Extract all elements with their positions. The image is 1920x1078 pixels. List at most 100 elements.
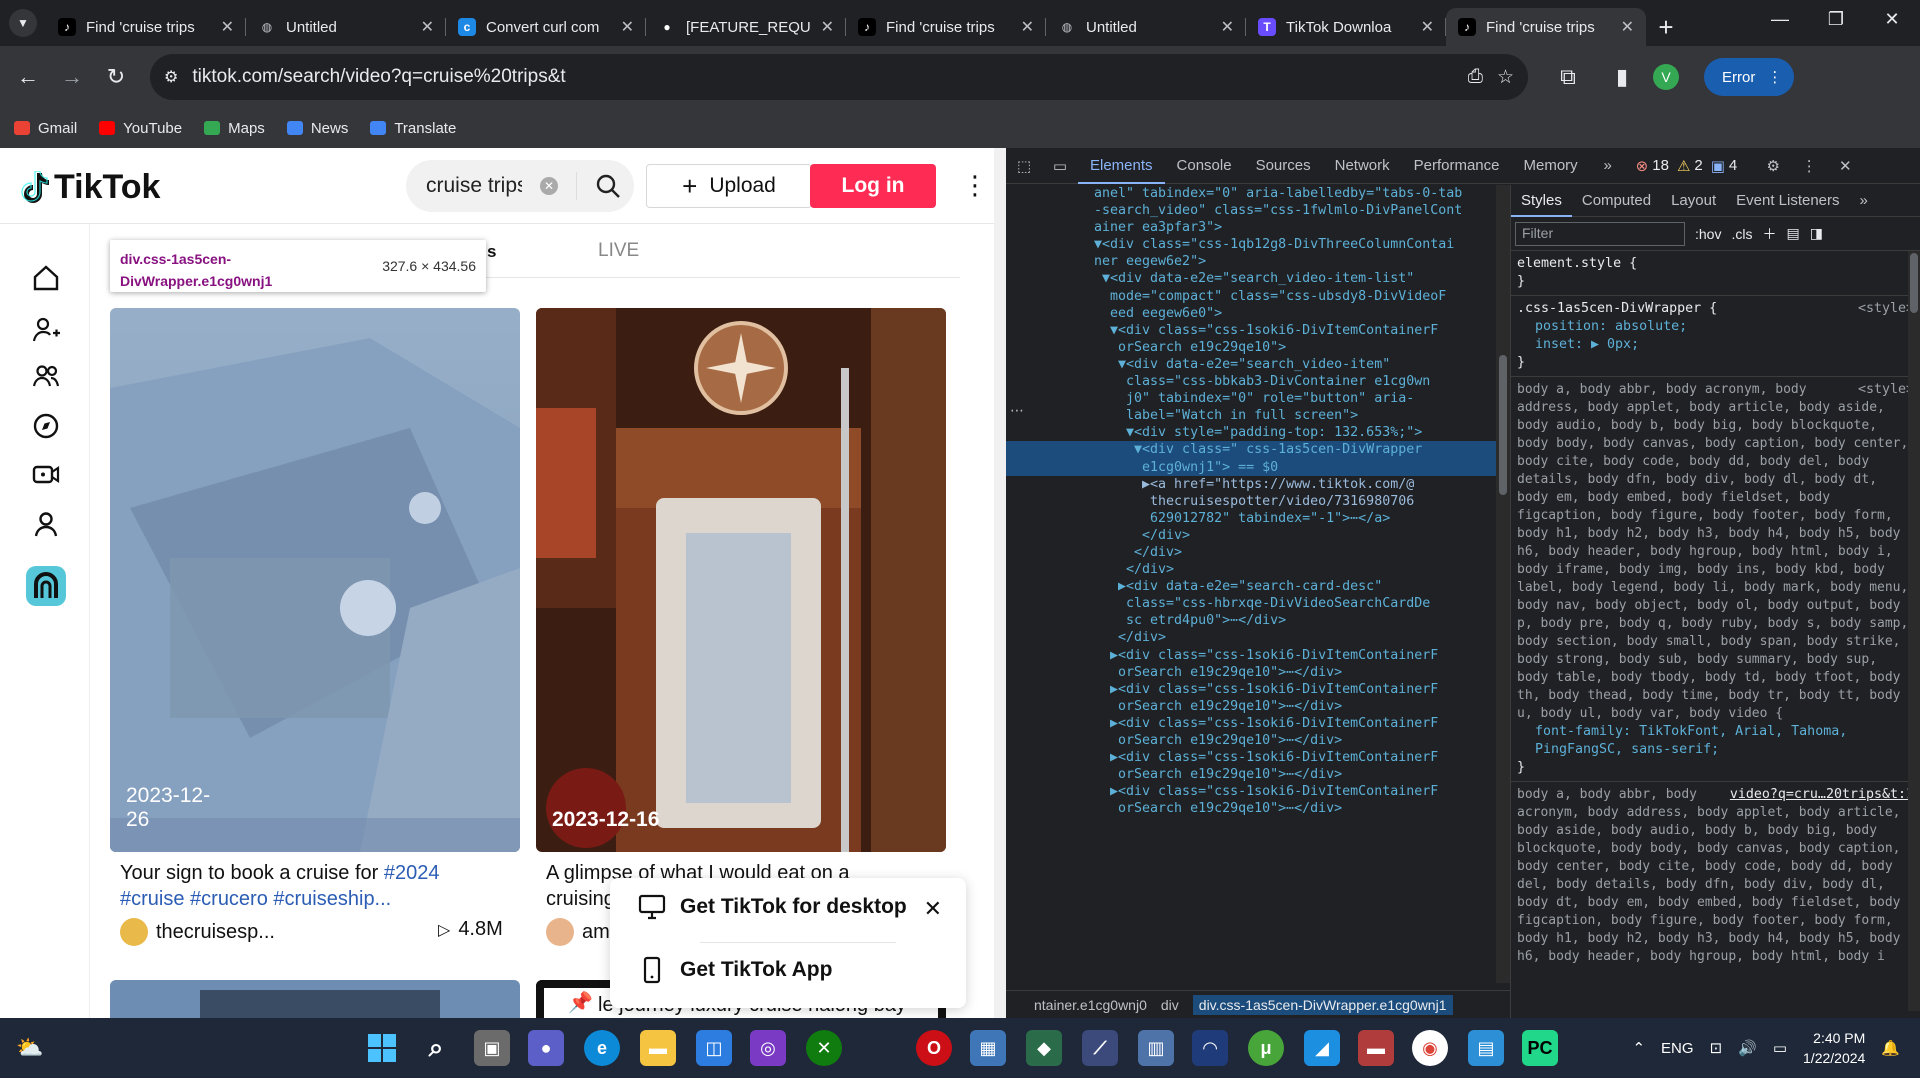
search-box[interactable]: cruise trips ✕ [406, 160, 634, 212]
get-app-button[interactable]: Get TikTok App [638, 956, 832, 984]
search-input[interactable]: cruise trips [426, 174, 522, 198]
rule-property[interactable]: inset: ▶ 0px; [1535, 336, 1914, 354]
teams-chat-icon[interactable]: ● [528, 1030, 564, 1066]
dom-node-line[interactable]: ▶<div class="css-1soki6-DivItemContainer… [1006, 749, 1496, 766]
dom-node-line[interactable]: orSearch e19c29qe10">⋯</div> [1006, 800, 1496, 817]
microsoft-store-icon[interactable]: ◫ [696, 1030, 732, 1066]
dom-node-line[interactable]: ▼<div class="css-1soki6-DivItemContainer… [1006, 322, 1496, 339]
explore-icon[interactable] [26, 406, 66, 446]
dom-node-line[interactable]: ▶<div data-e2e="search-card-desc" [1006, 578, 1496, 595]
xbox-icon[interactable]: ✕ [806, 1030, 842, 1066]
css-rule[interactable]: <style> .css-1as5cen-DivWrapper { positio… [1511, 296, 1920, 377]
styles-scrollbar[interactable] [1908, 251, 1920, 1011]
language-indicator[interactable]: ENG [1661, 1040, 1694, 1057]
dom-scrollbar[interactable] [1496, 185, 1510, 983]
dom-node-line[interactable]: ainer ea3pfar3"> [1006, 219, 1496, 236]
hov-toggle[interactable]: :hov [1695, 226, 1721, 242]
dom-node-line[interactable]: </div> [1006, 527, 1496, 544]
extension-avatar-icon[interactable] [26, 566, 66, 606]
sidebar-toggle-icon[interactable]: ◨ [1810, 225, 1823, 242]
dom-selected-ellipsis[interactable]: ⋯ [1010, 402, 1024, 419]
hashtag-links[interactable]: #cruise #crucero #cruiseship... [120, 888, 391, 910]
back-icon[interactable]: ← [8, 57, 48, 97]
rule-property[interactable]: position: absolute; [1535, 318, 1914, 336]
close-tab-icon[interactable]: ✕ [421, 17, 434, 37]
search-icon[interactable] [595, 173, 621, 199]
close-tab-icon[interactable]: ✕ [1621, 17, 1634, 37]
dom-node-line[interactable]: orSearch e19c29qe10">⋯</div> [1006, 698, 1496, 715]
dom-node-line[interactable]: orSearch e19c29qe10"> [1006, 339, 1496, 356]
tab-sources[interactable]: Sources [1244, 148, 1323, 184]
breadcrumb-item[interactable]: ntainer.e1cg0wnj0 [1034, 997, 1147, 1013]
cls-toggle[interactable]: .cls [1731, 226, 1752, 242]
clock[interactable]: 2:40 PM 1/22/2024 [1803, 1028, 1865, 1068]
app-icon[interactable]: ◠ [1192, 1030, 1228, 1066]
rule-source[interactable]: video?q=cru…20trips&t:1 [1730, 786, 1914, 804]
paint-icon[interactable]: ▤ [1786, 225, 1799, 242]
live-icon[interactable] [26, 454, 66, 494]
dom-node-line[interactable]: eed eegew6e0"> [1006, 305, 1496, 322]
dom-node-line[interactable]: orSearch e19c29qe10">⋯</div> [1006, 766, 1496, 783]
dom-node-line[interactable]: </div> [1006, 629, 1496, 646]
browser-tab[interactable]: ♪ Find 'cruise trips ✕ [1446, 8, 1646, 46]
app-icon[interactable]: ▦ [970, 1030, 1006, 1066]
author-name[interactable]: thecruisesp... [156, 921, 275, 944]
profile-button[interactable]: V [1646, 57, 1686, 97]
more-style-tabs-icon[interactable]: » [1850, 185, 1878, 217]
styles-tab-computed[interactable]: Computed [1572, 185, 1661, 217]
tab-search-button[interactable]: ▼ [0, 0, 46, 46]
close-window-icon[interactable]: ✕ [1864, 0, 1920, 38]
styles-tab-styles[interactable]: Styles [1511, 185, 1572, 217]
bookmark-item[interactable]: News [286, 120, 348, 137]
video-author[interactable]: thecruisesp... [120, 918, 275, 946]
device-toolbar-icon[interactable]: ▭ [1042, 157, 1078, 175]
error-button[interactable]: Error ⋮ [1704, 58, 1795, 96]
tab-network[interactable]: Network [1323, 148, 1402, 184]
close-icon[interactable]: ✕ [924, 896, 942, 922]
battery-icon[interactable]: ▭ [1773, 1039, 1787, 1057]
tab-elements[interactable]: Elements [1078, 148, 1165, 184]
browser-tab[interactable]: ♪ Find 'cruise trips ✕ [46, 8, 246, 46]
styles-filter-input[interactable]: Filter [1515, 221, 1685, 246]
side-panel-icon[interactable]: ▮ [1602, 57, 1642, 97]
rule-source[interactable]: <style> [1858, 381, 1914, 399]
dom-node-line[interactable]: ▶<div class="css-1soki6-DivItemContainer… [1006, 715, 1496, 732]
dom-node-line[interactable]: 629012782" tabindex="-1">⋯</a> [1006, 510, 1496, 527]
clear-search-icon[interactable]: ✕ [540, 177, 558, 195]
notepad-icon[interactable]: ▤ [1468, 1030, 1504, 1066]
dom-node-line[interactable]: ▶<div class="css-1soki6-DivItemContainer… [1006, 783, 1496, 800]
close-devtools-icon[interactable]: ✕ [1827, 157, 1863, 175]
bookmark-item[interactable]: YouTube [99, 120, 182, 137]
browser-tab[interactable]: ◍ Untitled ✕ [246, 8, 446, 46]
minimize-icon[interactable]: — [1752, 0, 1808, 38]
inspect-element-icon[interactable]: ⬚ [1006, 157, 1042, 175]
weather-widget-icon[interactable]: ⛅ [12, 1030, 48, 1066]
utorrent-icon[interactable]: μ [1248, 1030, 1284, 1066]
dom-node-line[interactable]: ▼<div class=" css-1as5cen-DivWrapper [1006, 441, 1496, 459]
styles-tab-event-listeners[interactable]: Event Listeners [1726, 185, 1849, 217]
upload-button[interactable]: + Upload [646, 164, 812, 208]
dom-node-line[interactable]: orSearch e19c29qe10">⋯</div> [1006, 732, 1496, 749]
dom-node-line[interactable]: orSearch e19c29qe10">⋯</div> [1006, 664, 1496, 681]
address-bar[interactable]: ⚙ tiktok.com/search/video?q=cruise%20tri… [150, 54, 1528, 100]
tab-videos-partial[interactable]: s [487, 242, 496, 262]
url-text[interactable]: tiktok.com/search/video?q=cruise%20trips… [192, 66, 565, 88]
warning-count[interactable]: ⚠ 2 [1677, 157, 1703, 175]
issues-count[interactable]: ▣ 4 [1711, 157, 1738, 175]
styles-scrollbar-thumb[interactable] [1910, 253, 1918, 313]
video-card-partial[interactable] [110, 980, 520, 1018]
close-tab-icon[interactable]: ✕ [1021, 17, 1034, 37]
video-author[interactable]: am [546, 918, 610, 946]
chrome-icon[interactable]: ◉ [1412, 1030, 1448, 1066]
styles-tab-layout[interactable]: Layout [1661, 185, 1726, 217]
tab-performance[interactable]: Performance [1402, 148, 1512, 184]
tiktok-logo[interactable]: TikTok [20, 168, 160, 207]
hashtag-link[interactable]: #2024 [384, 862, 440, 884]
dom-node-line[interactable]: mode="compact" class="css-ubsdy8-DivVide… [1006, 288, 1496, 305]
element-style-rule[interactable]: element.style {} [1511, 251, 1920, 296]
dom-node-line[interactable]: ▶<a href="https://www.tiktok.com/@ [1006, 476, 1496, 493]
bookmark-item[interactable]: Maps [204, 120, 265, 137]
proton-icon[interactable]: ◎ [750, 1030, 786, 1066]
app-icon[interactable]: ▬ [1358, 1030, 1394, 1066]
tab-live[interactable]: LIVE [598, 240, 639, 262]
